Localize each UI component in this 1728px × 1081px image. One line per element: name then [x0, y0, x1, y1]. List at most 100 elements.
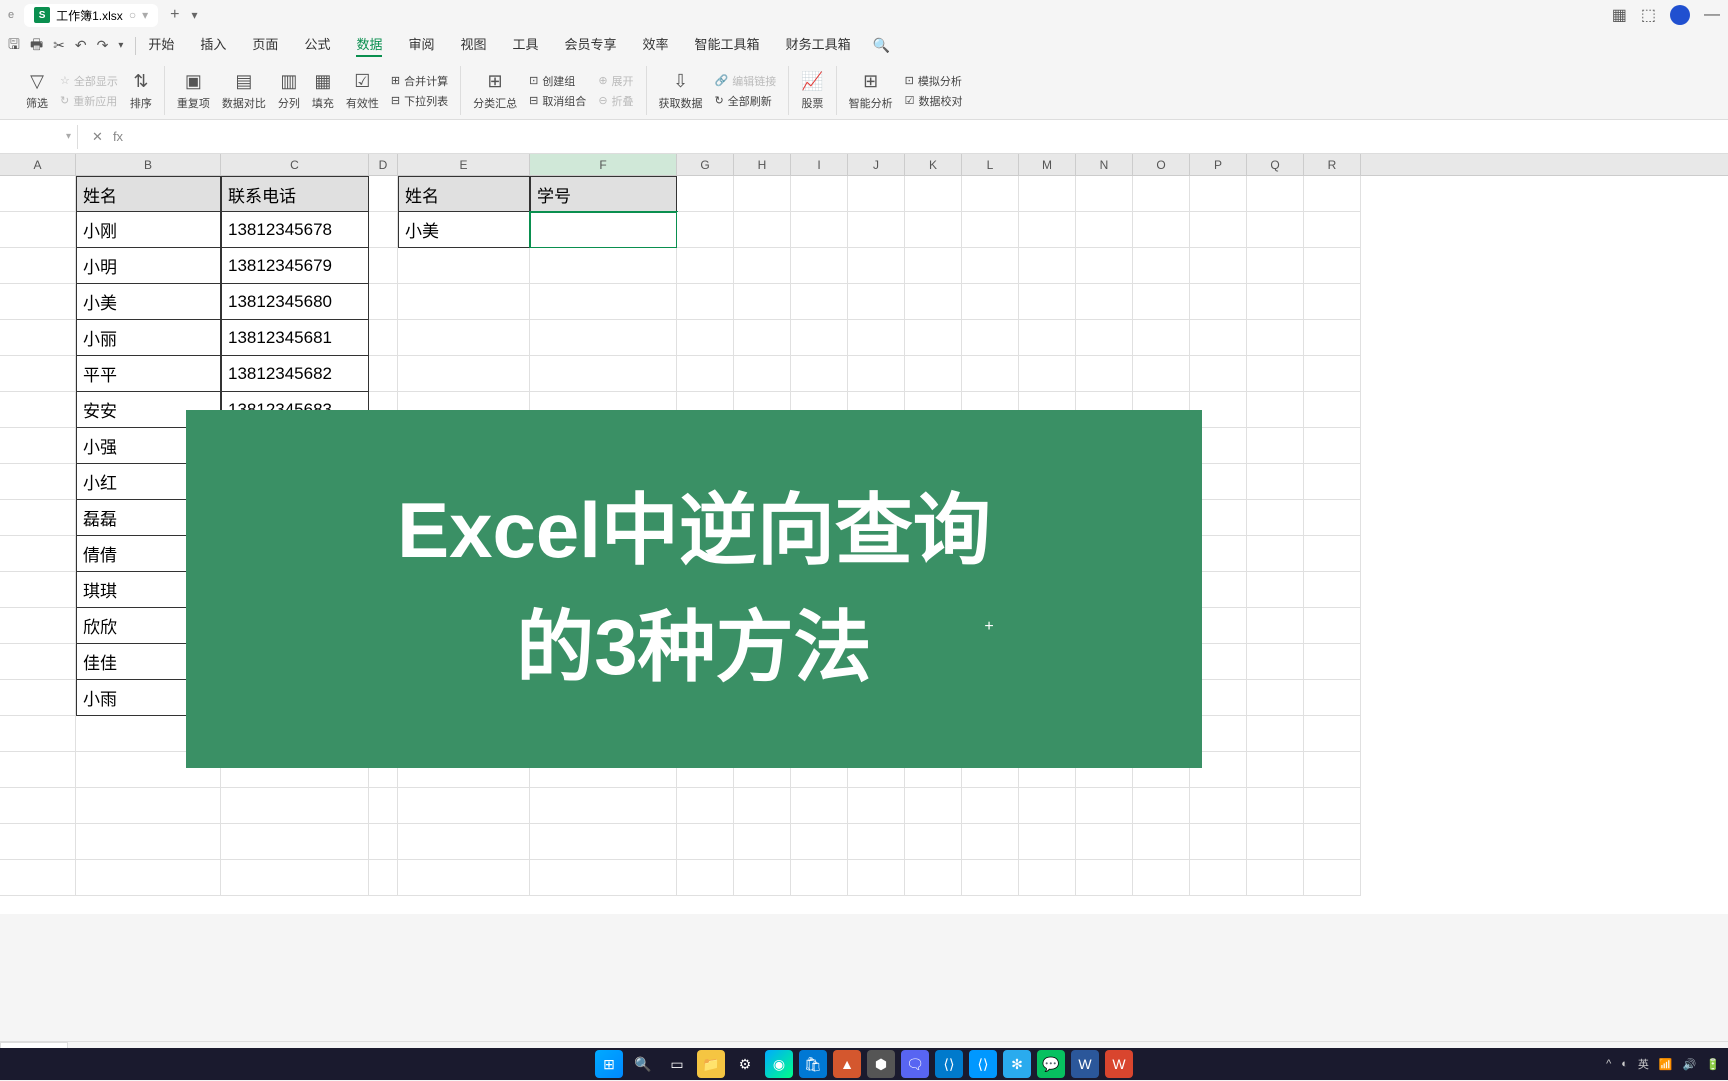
cell[interactable]	[1304, 320, 1361, 356]
cell[interactable]	[962, 212, 1019, 248]
cell[interactable]	[1247, 752, 1304, 788]
cell[interactable]	[1076, 284, 1133, 320]
cell[interactable]	[1133, 284, 1190, 320]
search-icon[interactable]: 🔍	[873, 37, 890, 54]
cell[interactable]	[1133, 788, 1190, 824]
cell[interactable]	[0, 320, 76, 356]
cell[interactable]	[1019, 860, 1076, 896]
cell[interactable]	[677, 860, 734, 896]
settings-button[interactable]: ⚙	[731, 1050, 759, 1078]
cell[interactable]	[1247, 716, 1304, 752]
cell[interactable]	[1076, 860, 1133, 896]
cell[interactable]	[1076, 212, 1133, 248]
cell[interactable]	[791, 788, 848, 824]
cell-phone[interactable]: 13812345678	[221, 212, 369, 248]
cell[interactable]	[677, 356, 734, 392]
cell[interactable]	[905, 824, 962, 860]
cell[interactable]	[398, 320, 530, 356]
cell[interactable]	[734, 824, 791, 860]
cell[interactable]	[1304, 860, 1361, 896]
cell[interactable]	[734, 176, 791, 212]
cell[interactable]	[1019, 176, 1076, 212]
edge-button[interactable]: ◉	[765, 1050, 793, 1078]
cell[interactable]	[905, 788, 962, 824]
cell[interactable]	[1076, 356, 1133, 392]
cell[interactable]	[0, 752, 76, 788]
cell[interactable]	[962, 320, 1019, 356]
menu-finance-toolbox[interactable]: 财务工具箱	[786, 34, 851, 57]
cube-icon[interactable]: ⬚	[1641, 5, 1656, 25]
cell[interactable]	[677, 284, 734, 320]
cell[interactable]	[1247, 788, 1304, 824]
cell[interactable]	[734, 248, 791, 284]
cell[interactable]	[1304, 572, 1361, 608]
cell[interactable]	[1190, 176, 1247, 212]
getdata-button[interactable]: ⇩获取数据	[659, 70, 703, 111]
app-menu[interactable]: e	[8, 9, 14, 21]
cell[interactable]	[1133, 248, 1190, 284]
tray-volume-icon[interactable]: 🔊	[1683, 1058, 1697, 1071]
tray-ime[interactable]: 英	[1638, 1056, 1649, 1072]
cell[interactable]	[791, 356, 848, 392]
cell-name[interactable]: 小刚	[76, 212, 221, 248]
cell[interactable]	[1304, 212, 1361, 248]
cell[interactable]	[905, 860, 962, 896]
show-all-button[interactable]: ☆全部显示	[60, 73, 118, 89]
col-header-i[interactable]: I	[791, 154, 848, 175]
cell[interactable]	[369, 284, 398, 320]
cell[interactable]	[530, 248, 677, 284]
cell[interactable]	[962, 176, 1019, 212]
filter-button[interactable]: ▽筛选	[26, 70, 48, 111]
cell[interactable]	[0, 572, 76, 608]
cell[interactable]	[398, 248, 530, 284]
cell[interactable]	[1304, 500, 1361, 536]
cell[interactable]	[1247, 284, 1304, 320]
cell[interactable]	[0, 500, 76, 536]
cell-phone[interactable]: 13812345681	[221, 320, 369, 356]
cell[interactable]	[848, 284, 905, 320]
cell[interactable]	[221, 824, 369, 860]
col-header-f[interactable]: F	[530, 154, 677, 175]
cell[interactable]	[369, 788, 398, 824]
cell[interactable]	[962, 788, 1019, 824]
cell[interactable]	[398, 356, 530, 392]
reapply-button[interactable]: ↻重新应用	[60, 93, 118, 109]
cell[interactable]	[76, 860, 221, 896]
cell[interactable]	[1190, 284, 1247, 320]
cell[interactable]	[221, 860, 369, 896]
undo-icon[interactable]: ↶	[75, 37, 87, 54]
menu-insert[interactable]: 插入	[200, 34, 226, 57]
cell[interactable]	[848, 860, 905, 896]
cell[interactable]	[791, 284, 848, 320]
cell[interactable]	[1190, 824, 1247, 860]
cancel-icon[interactable]: ✕	[92, 129, 103, 145]
cell[interactable]	[791, 248, 848, 284]
cell[interactable]	[677, 320, 734, 356]
cell-name[interactable]: 平平	[76, 356, 221, 392]
cell[interactable]	[369, 824, 398, 860]
cell[interactable]	[1247, 176, 1304, 212]
store-button[interactable]: 🛍	[799, 1050, 827, 1078]
col-header-o[interactable]: O	[1133, 154, 1190, 175]
cell[interactable]	[1076, 248, 1133, 284]
cell[interactable]	[962, 860, 1019, 896]
cell-phone[interactable]: 13812345682	[221, 356, 369, 392]
cell[interactable]	[1304, 680, 1361, 716]
cell[interactable]	[677, 788, 734, 824]
cell-phone[interactable]: 13812345679	[221, 248, 369, 284]
cell[interactable]	[1133, 212, 1190, 248]
cell[interactable]	[1304, 176, 1361, 212]
cell[interactable]	[0, 284, 76, 320]
lookup-id[interactable]	[530, 212, 677, 248]
cell[interactable]	[1076, 176, 1133, 212]
col-header-a[interactable]: A	[0, 154, 76, 175]
col-header-j[interactable]: J	[848, 154, 905, 175]
cell[interactable]	[1247, 824, 1304, 860]
col-header-g[interactable]: G	[677, 154, 734, 175]
cell[interactable]	[1247, 320, 1304, 356]
col-header-e[interactable]: E	[398, 154, 530, 175]
whatif-button[interactable]: ⊡模拟分析	[905, 73, 963, 89]
redo-icon[interactable]: ↷	[97, 37, 109, 54]
formula-input[interactable]	[137, 130, 1728, 144]
cell[interactable]	[848, 788, 905, 824]
